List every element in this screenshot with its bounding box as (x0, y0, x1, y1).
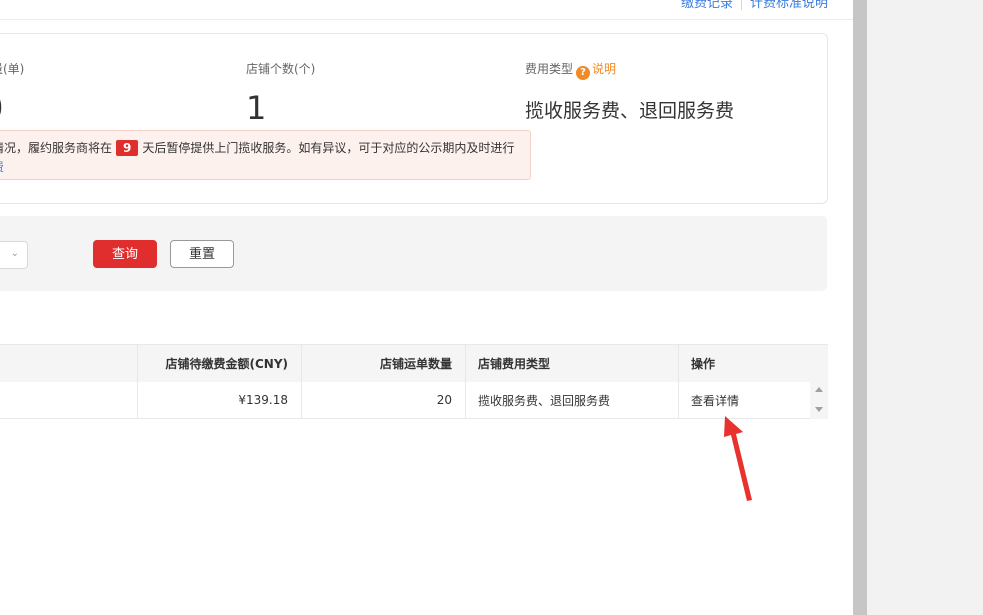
filter-select[interactable]: ⌄ (0, 241, 28, 269)
shop-count-label: 店铺个数(个) (246, 62, 316, 76)
question-icon[interactable]: ? (576, 66, 591, 80)
scroll-down-icon[interactable] (815, 407, 823, 412)
row-cell-amount: ¥139.18 (137, 382, 301, 418)
suspension-notice: 情况，履约服务商将在 9 天后暂停提供上门揽收服务。如有异议，可于对应的公示期内及时… (0, 130, 531, 180)
header-cell-count: 店铺运单数量 (301, 345, 465, 382)
summary-card: 量(单) 0 店铺个数(个) 1 费用类型?说明 揽收服务费、退回服务费 情况，… (0, 33, 828, 204)
annotation-arrow-icon (724, 416, 752, 501)
header-cell-amount: 店铺待缴费金额(CNY) (137, 345, 301, 382)
row-cell-shop (0, 382, 137, 418)
reset-button[interactable]: 重置 (170, 240, 234, 268)
header-cell-fee-type: 店铺费用类型 (465, 345, 678, 382)
query-button[interactable]: 查询 (93, 240, 157, 268)
waybill-count-label: 量(单) (0, 62, 25, 76)
link-divider (740, 0, 742, 10)
shop-count-value: 1 (246, 89, 267, 127)
table-row: ¥139.18 20 揽收服务费、退回服务费 查看详情 (0, 382, 810, 419)
table-header: 店铺待缴费金额(CNY) 店铺运单数量 店铺费用类型 操作 (0, 344, 810, 383)
waybill-count-value: 0 (0, 88, 3, 128)
fee-type-help-link[interactable]: 说明 (592, 62, 616, 76)
fee-table: 店铺待缴费金额(CNY) 店铺运单数量 店铺费用类型 操作 ¥139.18 20… (0, 344, 828, 419)
row-cell-fee-type: 揽收服务费、退回服务费 (465, 382, 678, 418)
chevron-down-icon: ⌄ (10, 248, 19, 259)
fee-type-value: 揽收服务费、退回服务费 (525, 100, 735, 122)
billing-standard-link[interactable]: 计费标准说明 (750, 0, 828, 11)
header-cell-shop (0, 345, 137, 382)
window-scrollbar[interactable] (853, 0, 867, 615)
right-gutter (867, 0, 983, 615)
header-links: 缴费记录 计费标准说明 (681, 0, 828, 13)
days-badge: 9 (116, 140, 139, 156)
table-scrollbar[interactable] (810, 344, 828, 419)
header-cell-action: 操作 (678, 345, 810, 382)
notice-prefix: 情况，履约服务商将在 (0, 141, 113, 155)
notice-link[interactable]: 费 (0, 158, 4, 175)
row-cell-count: 20 (301, 382, 465, 418)
scroll-up-icon[interactable] (815, 387, 823, 392)
filter-panel: ⌄ 查询 重置 (0, 216, 827, 291)
fee-type-label-row: 费用类型? 说明 (525, 60, 616, 80)
notice-suffix: 天后暂停提供上门揽收服务。如有异议，可于对应的公示期内及时进行 (142, 141, 515, 155)
payment-records-link[interactable]: 缴费记录 (681, 0, 733, 11)
fee-type-label: 费用类型 (525, 62, 574, 76)
page: 缴费记录 计费标准说明 量(单) 0 店铺个数(个) 1 费用类型?说明 揽收服务… (0, 0, 853, 615)
notice-text: 情况，履约服务商将在 9 天后暂停提供上门揽收服务。如有异议，可于对应的公示期内及时… (0, 139, 514, 156)
header-divider (0, 19, 853, 20)
